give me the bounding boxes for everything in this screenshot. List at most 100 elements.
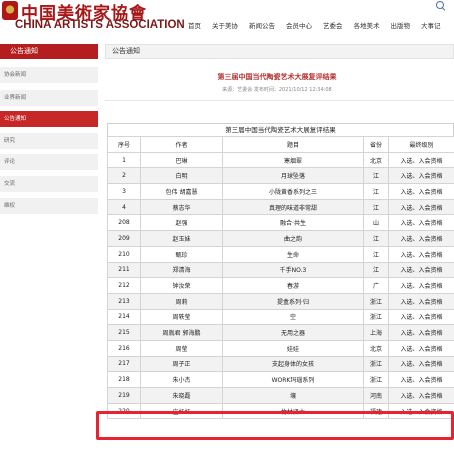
- cell-number: 4: [107, 198, 141, 216]
- cell-author: 周莉: [140, 292, 223, 310]
- header-province: 省份: [363, 136, 389, 153]
- nav-publications[interactable]: 出版物: [391, 20, 411, 30]
- cell-number: 220: [107, 402, 141, 420]
- nav-news[interactable]: 新闻公告: [249, 20, 275, 30]
- cell-title: 千手NO.3: [222, 261, 364, 279]
- table-row: 217 周子正 支起身体的女孩 浙江 入选、入会资格: [107, 355, 454, 373]
- site-logo[interactable]: 中国美術家協會 CHINA ARTISTS ASSOCIATION: [2, 0, 185, 38]
- nav-members[interactable]: 会员中心: [286, 20, 312, 30]
- cell-level: 入选、入会资格: [388, 355, 454, 373]
- cell-province: 江: [363, 245, 389, 263]
- search-icon[interactable]: [436, 1, 445, 10]
- cell-author: 包伟 胡嘉慧: [140, 183, 223, 200]
- table-caption: 第三届中国当代陶瓷艺术大展复评结果: [107, 123, 454, 136]
- cell-author: 蔡志华: [140, 198, 223, 216]
- cell-number: 210: [107, 245, 141, 263]
- cell-province: 江: [363, 198, 389, 216]
- cell-author: 周子正: [140, 355, 223, 373]
- sidebar-item-exchange[interactable]: 交流: [0, 176, 98, 192]
- cell-province: 江: [363, 167, 389, 185]
- table-row: 218 朱小杰 WORK玛瑙系列 浙江 入选、入会资格: [107, 371, 454, 388]
- cell-province: 上海: [363, 324, 389, 341]
- cell-title: 娃娃: [222, 339, 364, 357]
- table-row: 2 白明 月球坠落江入选、入会资格: [107, 167, 454, 185]
- table-body: 1 巴琳 寒烟翠 北京 入选、入会资格 2 白明 月球坠落江入选、入会资格 3 包伟 胡嘉慧 小陇黄…: [107, 151, 454, 420]
- cell-number: 1: [107, 151, 141, 169]
- cell-number: 212: [107, 277, 141, 294]
- cell-number: 217: [107, 355, 141, 373]
- cell-title: 生命: [222, 245, 364, 263]
- nav-home[interactable]: 首页: [188, 20, 201, 30]
- table-row: 213 周莉 提盒系列·归 浙江 入选、入会资格: [107, 292, 454, 310]
- cell-title: 小陇黄香系列之三: [222, 183, 364, 200]
- cell-author: 郑清海: [140, 261, 223, 279]
- article-title: 第三届中国当代陶瓷艺术大展复评结果: [217, 73, 337, 81]
- cell-author: 朱小杰: [140, 371, 223, 388]
- cell-province: 浙江: [363, 371, 389, 388]
- cell-author: 赵强: [140, 214, 223, 232]
- sidebar-item-announcements[interactable]: 公告通知: [0, 111, 98, 127]
- cell-level: 入选、入会资格: [388, 277, 454, 294]
- cell-author: 巴琳: [140, 151, 223, 169]
- cell-number: 2: [107, 167, 141, 185]
- nav-regional[interactable]: 各地美术: [354, 20, 380, 30]
- table-row: 4 蔡志华 真理的味道非常甜江入选、入会资格: [107, 198, 454, 216]
- cell-number: 219: [107, 387, 141, 404]
- nav-committee[interactable]: 艺委会: [323, 20, 343, 30]
- sidebar: 公告通知 协会新闻 业界新闻 公告通知 研究 评论 交流 维权: [0, 44, 98, 454]
- sidebar-item-industry-news[interactable]: 业界新闻: [0, 90, 98, 106]
- cell-number: 208: [107, 214, 141, 232]
- cell-author: 周莹: [140, 339, 223, 357]
- cell-title: 春游: [222, 277, 364, 294]
- table-row: 208 赵强 融合·共生山入选、入会资格: [107, 214, 454, 232]
- divider: [105, 100, 454, 101]
- cell-title: 壤: [222, 387, 364, 404]
- table-header-row: 序号 作者 题目 省份 最终级别: [107, 136, 454, 153]
- cell-title: 寒烟翠: [222, 151, 364, 169]
- cell-title: 融合·共生: [222, 214, 364, 232]
- cell-title: 竹林贤士: [222, 402, 364, 420]
- nav-about[interactable]: 关于美协: [212, 20, 238, 30]
- table-row: 210 甄珍 生命江入选、入会资格: [107, 245, 454, 263]
- table-row: 219 朱晓磊壤河南 入选、入会资格: [107, 387, 454, 404]
- cell-number: 215: [107, 324, 141, 341]
- cell-title: 空: [222, 308, 364, 326]
- cell-title: 无用之器: [222, 324, 364, 341]
- results-table-container: 第三届中国当代陶瓷艺术大展复评结果 序号 作者 题目 省份 最终级别 1 巴琳 寒烟…: [107, 123, 454, 420]
- sidebar-item-review[interactable]: 评论: [0, 154, 98, 170]
- sidebar-item-research[interactable]: 研究: [0, 133, 98, 149]
- cell-level: 入选、入会资格: [388, 167, 454, 185]
- cell-number: 214: [107, 308, 141, 326]
- cell-province: 浙江: [363, 292, 389, 310]
- cell-level: 入选、入会资格: [388, 402, 454, 420]
- cell-level: 入选、入会资格: [388, 308, 454, 326]
- cell-level: 入选、入会资格: [388, 245, 454, 263]
- cell-level: 入选、入会资格: [388, 292, 454, 310]
- nav-events[interactable]: 大事记: [421, 20, 441, 30]
- cell-number: 211: [107, 261, 141, 279]
- cell-title: WORK玛瑙系列: [222, 371, 364, 388]
- cell-title: 支起身体的女孩: [222, 355, 364, 373]
- cell-province: 江: [363, 230, 389, 247]
- table-row: 3 包伟 胡嘉慧 小陇黄香系列之三江入选、入会资格: [107, 183, 454, 200]
- table-row: 1 巴琳 寒烟翠 北京 入选、入会资格: [107, 151, 454, 169]
- cell-title: 月球坠落: [222, 167, 364, 185]
- cell-province: 江: [363, 261, 389, 279]
- table-row: 209 赵玉妹 曲之韵江入选、入会资格: [107, 230, 454, 247]
- cell-province: 北京: [363, 339, 389, 357]
- sidebar-item-association-news[interactable]: 协会新闻: [0, 67, 98, 83]
- cell-author: 钟汝荣: [140, 277, 223, 294]
- cell-author: 周轶莹: [140, 308, 223, 326]
- cell-author: 庄虹虹: [140, 402, 223, 420]
- sidebar-item-rights[interactable]: 维权: [0, 198, 98, 214]
- cell-level: 入选、入会资格: [388, 371, 454, 388]
- cell-author: 周胤君 郭海鹏: [140, 324, 223, 341]
- table-row: 220 庄虹虹 竹林贤士 福建 入选、入会资格: [107, 402, 454, 420]
- cell-province: 广: [363, 277, 389, 294]
- table-row: 216 周莹 娃娃 北京 入选、入会资格: [107, 339, 454, 357]
- table-row: 212 钟汝荣 春游广入选、入会资格: [107, 277, 454, 294]
- cell-author: 赵玉妹: [140, 230, 223, 247]
- header-author: 作者: [140, 136, 223, 153]
- cell-author: 甄珍: [140, 245, 223, 263]
- cell-level: 入选、入会资格: [388, 261, 454, 279]
